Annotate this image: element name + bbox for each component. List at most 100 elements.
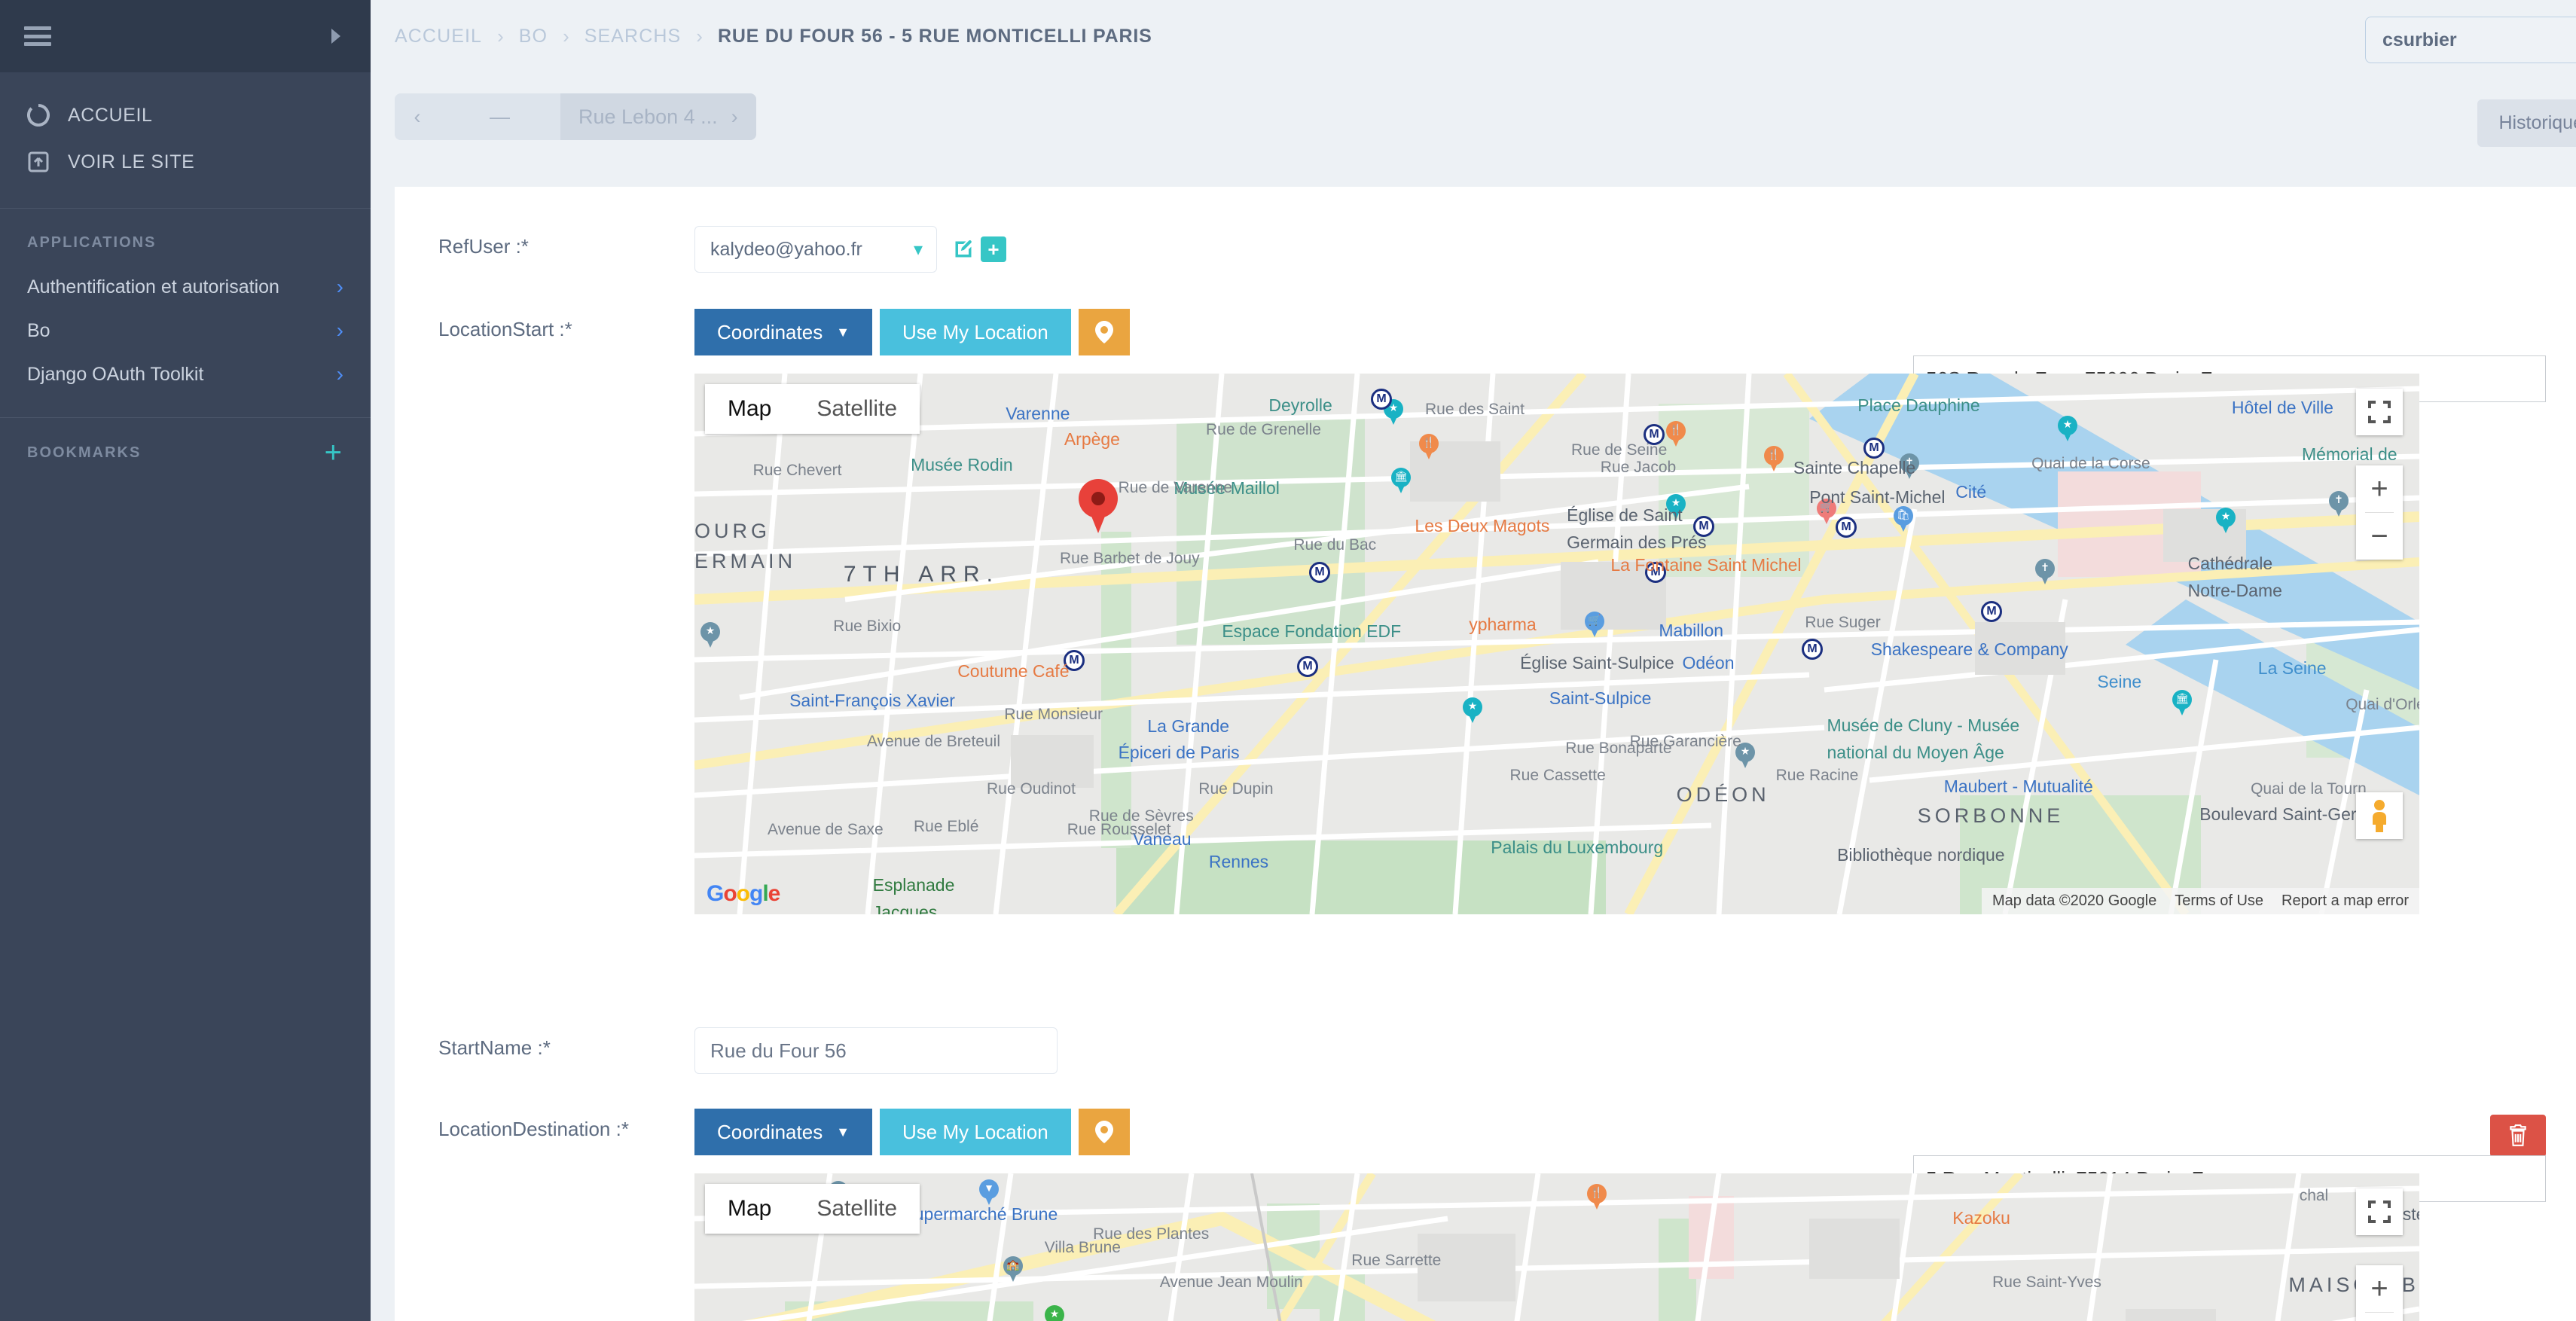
museum-pin-icon: 🏛 [2172,690,2192,715]
map-label: Quai de la Corse [2031,455,2150,472]
coordinates-dropdown-start[interactable]: Coordinates ▼ [694,309,873,355]
map-label: Notre-Dame [2187,581,2282,601]
zoom-out-button-start[interactable]: − [2356,513,2403,560]
pager-next-button[interactable]: › [731,105,738,129]
pager-prev-button[interactable]: ‹ [395,93,440,140]
sidebar-app-label: Authentification et autorisation [27,276,279,297]
sidebar-app-django-oauth-toolkit[interactable]: Django OAuth Toolkit › [0,352,371,396]
fullscreen-icon[interactable] [2356,1188,2403,1235]
edit-icon[interactable] [951,236,976,262]
map-pin-button-start[interactable] [1078,309,1130,355]
school-pin-icon: 🏫 [1003,1256,1023,1282]
church-pin-icon: ✝ [2035,559,2055,584]
top-bar: ACCUEIL › BO › SEARCHS › RUE DU FOUR 56 … [371,0,2576,147]
breadcrumb-searchs[interactable]: SEARCHS [584,26,682,47]
breadcrumb-accueil[interactable]: ACCUEIL [395,26,482,47]
chevron-right-icon: › [696,24,703,47]
history-button[interactable]: Historique [2477,99,2576,147]
map-label: Épiceri de Paris [1118,742,1240,762]
location-destination-label: LocationDestination :* [438,1118,629,1140]
metro-icon: M [1297,656,1318,677]
zoom-in-button-start[interactable]: + [2356,465,2403,512]
map-label: Odéon [1682,652,1735,673]
pin-icon[interactable] [313,26,342,47]
map-label: Pont Saint-Michel [1809,487,1946,508]
map-label: Rue de Varenne [1118,479,1232,497]
map-type-map-start[interactable]: Map [705,384,795,434]
chevron-right-icon: › [336,319,343,342]
map-label: Coutume Café [957,660,1070,681]
coordinates-dropdown-destination[interactable]: Coordinates ▼ [694,1109,873,1155]
coordinates-label: Coordinates [717,1120,823,1143]
map-start[interactable]: Map Satellite + − ★ 🍴 🏛 ★ ★ 🍴 🛒 ✝ ✝ ✝ 🛒 … [694,374,2419,914]
map-label: Seine [2097,672,2142,691]
map-label: ODÉON [1676,783,1770,806]
form-row-refuser: RefUser :* kalydeo@yahoo.fr ▾ + [395,226,2576,273]
sidebar-item-voir-le-site[interactable]: VOIR LE SITE [0,139,371,185]
report-map-error-link[interactable]: Report a map error [2281,892,2409,910]
map-destination[interactable]: Map Satellite + − ★ ▼ 🏫 [694,1173,2419,1321]
map-type-map-destination[interactable]: Map [705,1184,795,1234]
map-label: Avenue Jean Moulin [1159,1274,1303,1292]
map-label: Hôtel de Ville [2231,398,2333,418]
map-label: Arpège [1064,429,1120,449]
map-pin-button-destination[interactable] [1078,1109,1130,1155]
sidebar-header [0,0,371,72]
pager-current-tab[interactable]: Rue Lebon 4 ... › [560,93,756,140]
use-my-location-start[interactable]: Use My Location [880,309,1071,355]
map-label: Rue Racine [1775,767,1859,784]
map-label: Rue du Bac [1293,536,1377,554]
map-label: Rennes [1208,852,1269,872]
zoom-out-button-destination[interactable]: − [2356,1313,2403,1321]
record-pager: ‹ — Rue Lebon 4 ... › [395,93,756,140]
map-type-satellite-destination[interactable]: Satellite [794,1184,920,1234]
chevron-right-icon: › [336,362,343,386]
sidebar: ACCUEIL VOIR LE SITE APPLICATIONS Authen… [0,0,371,1321]
park-pin-icon: ★ [1463,697,1482,723]
metro-icon: M [1371,389,1392,410]
map-label: Musée de Cluny - Musée [1827,715,2020,735]
map-label: Avenue de Breteuil [866,733,1000,750]
chevron-down-icon: ▼ [836,1124,850,1139]
map-marker-start [1079,479,1118,533]
location-start-label: LocationStart :* [438,318,572,340]
coordinates-label: Coordinates [717,320,823,343]
map-label: Les Deux Magots [1415,516,1550,535]
user-menu[interactable]: csurbier [2365,17,2576,63]
street-view-pegman-icon[interactable] [2356,792,2403,839]
start-name-control: Rue du Four 56 [694,1027,2576,1074]
map-label: Sainte Chapelle [1793,457,1916,477]
map-label: Cathédrale [2187,554,2273,574]
map-label: Église de Saint [1567,505,1683,525]
breadcrumb-bo[interactable]: BO [519,26,548,47]
map-label: Deyrolle [1268,395,1332,415]
sidebar-item-accueil[interactable]: ACCUEIL [0,92,371,139]
sidebar-applications-header: APPLICATIONS [27,234,157,251]
map-type-satellite-start[interactable]: Satellite [794,384,920,434]
map-label: Shakespeare & Company [1870,639,2068,659]
refuser-select[interactable]: kalydeo@yahoo.fr ▾ [694,226,937,273]
use-my-location-destination[interactable]: Use My Location [880,1109,1071,1155]
start-name-input[interactable]: Rue du Four 56 [694,1027,1058,1074]
sidebar-app-authentification[interactable]: Authentification et autorisation › [0,265,371,309]
terms-of-use-link[interactable]: Terms of Use [2175,892,2263,910]
plus-icon[interactable]: + [325,438,343,468]
restaurant-pin-icon: 🍴 [1587,1184,1607,1210]
plus-icon[interactable]: + [981,236,1006,262]
map-label: Rue Cassette [1509,767,1606,784]
chevron-down-icon: ▼ [836,324,850,340]
map-label: Église Saint-Sulpice [1520,652,1674,673]
map-label: Saint-François Xavier [789,691,955,711]
sidebar-app-bo[interactable]: Bo › [0,309,371,352]
map-label: Rue de Grenelle [1206,421,1321,438]
fullscreen-icon[interactable] [2356,389,2403,435]
zoom-in-button-destination[interactable]: + [2356,1265,2403,1312]
pager-dash: — [490,105,511,128]
map-label: Rue Chevert [752,462,842,479]
form-card: RefUser :* kalydeo@yahoo.fr ▾ + Location… [395,187,2576,1321]
map-label: OURG [694,520,771,543]
map-label: Saint-Sulpice [1549,688,1652,708]
map-label: ERMAIN [694,550,797,572]
hamburger-icon[interactable] [24,26,51,46]
external-link-icon [26,149,51,175]
